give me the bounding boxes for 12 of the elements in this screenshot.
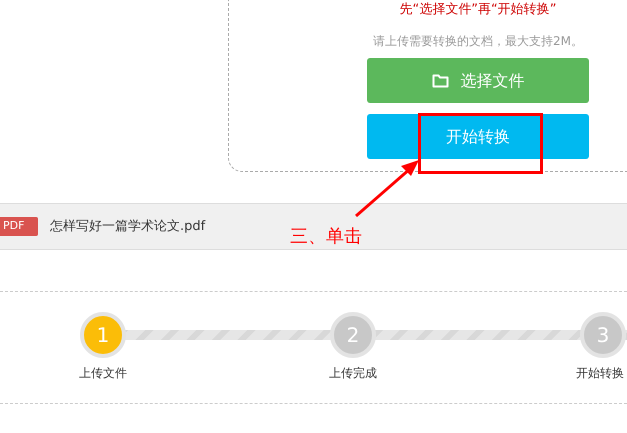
choose-file-button[interactable]: 选择文件 xyxy=(367,58,589,103)
arrow-drawing xyxy=(353,158,421,220)
step-label: 上传文件 xyxy=(78,365,128,382)
step-label: 开始转换 xyxy=(575,365,625,382)
instruction-text: 先“选择文件”再“开始转换” xyxy=(400,2,556,18)
start-convert-button[interactable]: 开始转换 xyxy=(367,114,589,159)
pdf-badge: PDF xyxy=(0,217,38,236)
hint-text: 请上传需要转换的文档，最大支持2M。 xyxy=(373,33,583,50)
annotation-text: 三、单击 xyxy=(290,225,362,249)
folder-icon xyxy=(432,74,448,88)
file-name: 怎样写好一篇学术论文.pdf xyxy=(50,218,206,236)
step-label: 上传完成 xyxy=(328,365,378,382)
